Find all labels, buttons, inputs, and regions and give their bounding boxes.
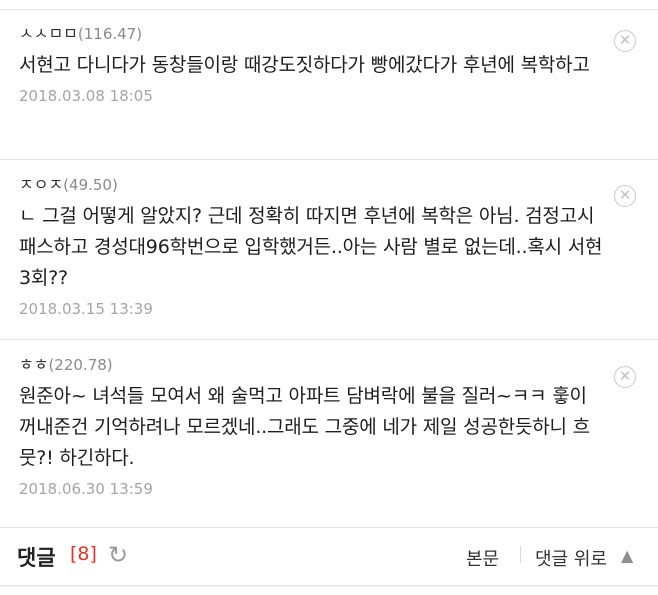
comment-date: 2018.06.30 13:59	[19, 480, 153, 498]
comment-footer-bar: 댓글 [8] ↻ 본문 댓글 위로 ▲	[0, 528, 658, 586]
author-name: ㅎㅎ	[19, 355, 49, 374]
top-divider	[0, 0, 658, 10]
refresh-icon[interactable]: ↻	[108, 541, 128, 569]
delete-icon[interactable]: ✕	[614, 366, 636, 388]
comment-author[interactable]: ㅈㅇㅈ(49.50)	[19, 174, 608, 196]
divider	[520, 546, 521, 563]
comment-item: ㅎㅎ(220.78) 원준아~ 녀석들 모여서 왜 술먹고 아파트 담벼락에 불…	[0, 340, 658, 528]
comment-date: 2018.03.08 18:05	[19, 87, 153, 105]
comment-text: 원준아~ 녀석들 모여서 왜 술먹고 아파트 담벼락에 불을 질러~ㅋㅋ 훟이 …	[19, 385, 590, 469]
comment-text: ㄴ 그걸 어떻게 알았지? 근데 정확히 따지면 후년에 복학은 아님. 검정고…	[19, 205, 603, 289]
scroll-to-comments-link[interactable]: 댓글 위로	[535, 545, 607, 571]
comment-item: ㅈㅇㅈ(49.50) ㄴ 그걸 어떻게 알았지? 근데 정확히 따지면 후년에 …	[0, 160, 658, 340]
comment-author[interactable]: ㅎㅎ(220.78)	[19, 354, 608, 376]
comments-title: 댓글	[17, 546, 56, 570]
author-score: (116.47)	[77, 25, 143, 43]
comment-date: 2018.03.15 13:39	[19, 300, 153, 318]
author-score: (220.78)	[48, 356, 113, 374]
body-link[interactable]: 본문	[466, 545, 499, 571]
author-name: ㅈㅇㅈ	[19, 175, 64, 194]
comment-count: [8]	[70, 543, 97, 565]
author-score: (49.50)	[63, 176, 118, 194]
comment-item: ㅅㅅㅁㅁ(116.47) 서현고 다니다가 동창들이랑 때강도짓하다가 빵에갔다…	[0, 10, 658, 160]
author-name: ㅅㅅㅁㅁ	[19, 24, 78, 43]
delete-icon[interactable]: ✕	[614, 30, 636, 52]
triangle-up-icon[interactable]: ▲	[621, 546, 633, 565]
delete-icon[interactable]: ✕	[614, 185, 636, 207]
comment-author[interactable]: ㅅㅅㅁㅁ(116.47)	[19, 23, 608, 45]
bottom-divider	[0, 586, 658, 587]
comment-text: 서현고 다니다가 동창들이랑 때강도짓하다가 빵에갔다가 후년에 복학하고	[19, 54, 590, 76]
